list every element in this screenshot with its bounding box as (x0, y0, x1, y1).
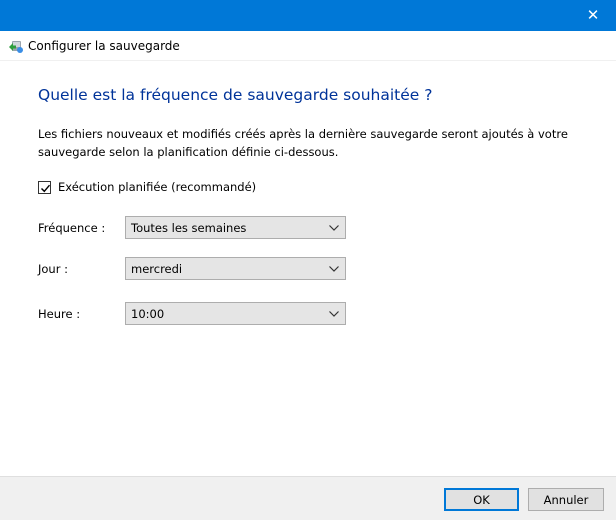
frequency-value: Toutes les semaines (131, 220, 247, 235)
frequency-select[interactable]: Toutes les semaines (125, 216, 346, 239)
checkmark-icon (41, 184, 51, 192)
chevron-down-icon (323, 303, 345, 324)
day-value: mercredi (131, 261, 183, 276)
close-button[interactable]: ✕ (570, 0, 616, 31)
time-label: Heure : (38, 307, 81, 321)
dialog-footer: OK Annuler (0, 476, 616, 520)
title-bar: ✕ (0, 0, 616, 31)
day-label: Jour : (38, 262, 68, 276)
dialog-header: Configurer la sauvegarde (0, 31, 616, 61)
scheduled-checkbox-row[interactable]: Exécution planifiée (recommandé) (38, 180, 256, 194)
backup-icon (8, 38, 24, 54)
chevron-down-icon (323, 217, 345, 238)
frequency-label: Fréquence : (38, 221, 106, 235)
time-value: 10:00 (131, 306, 165, 321)
cancel-button[interactable]: Annuler (528, 488, 604, 511)
ok-button[interactable]: OK (444, 488, 519, 511)
description-text: Les fichiers nouveaux et modifiés créés … (38, 127, 568, 159)
close-icon: ✕ (586, 6, 600, 24)
time-select[interactable]: 10:00 (125, 302, 346, 325)
dialog-title: Configurer la sauvegarde (28, 39, 180, 53)
chevron-down-icon (323, 258, 345, 279)
day-select[interactable]: mercredi (125, 257, 346, 280)
scheduled-checkbox[interactable] (38, 180, 51, 194)
page-heading: Quelle est la fréquence de sauvegarde so… (38, 86, 433, 104)
scheduled-checkbox-label[interactable]: Exécution planifiée (recommandé) (58, 180, 256, 194)
